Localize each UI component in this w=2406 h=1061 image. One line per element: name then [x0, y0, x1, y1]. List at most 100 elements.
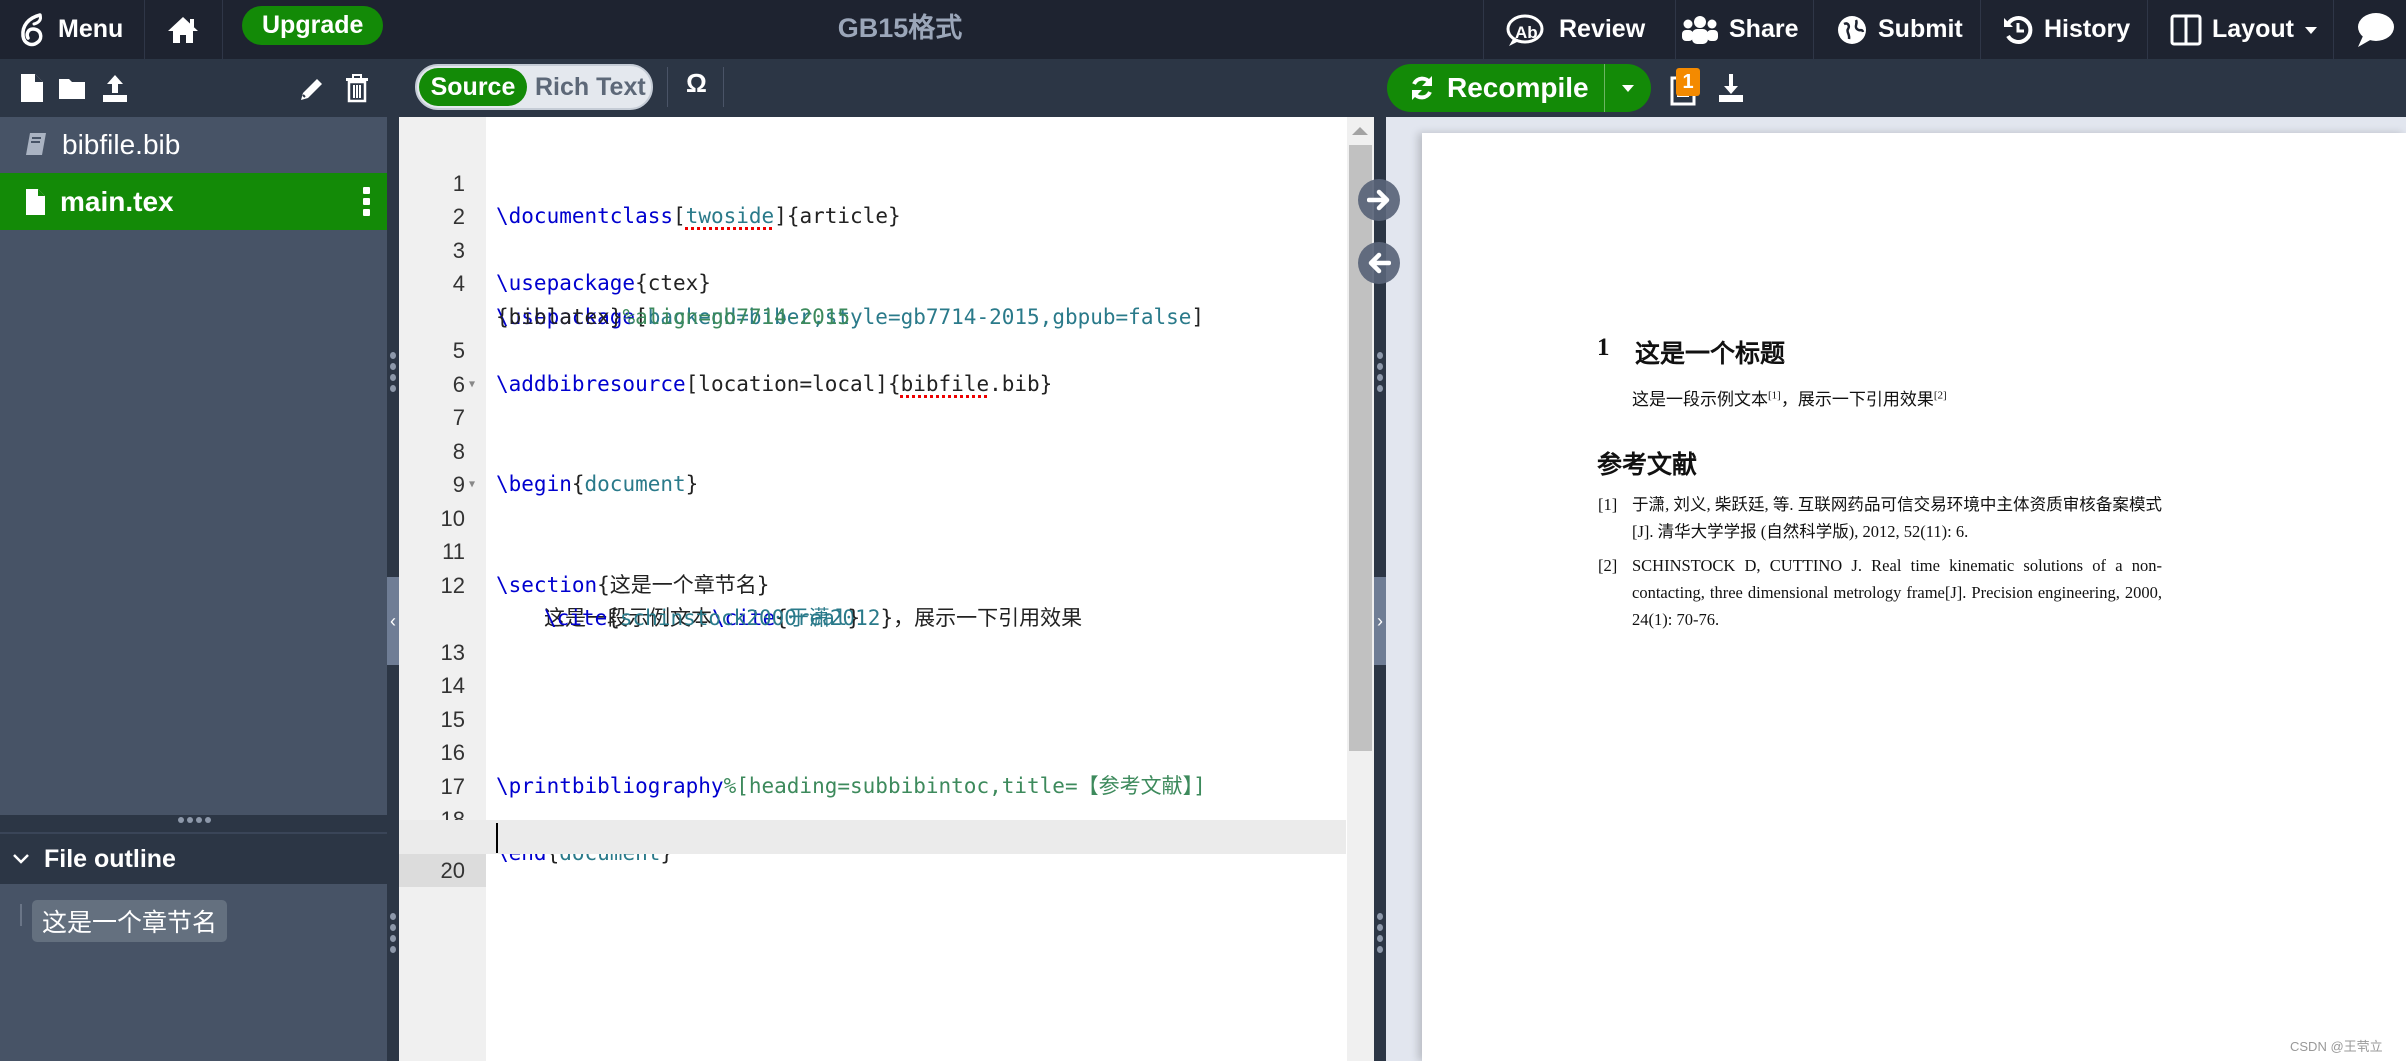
code-line[interactable]: 5 \addbibresource[location=local]{bibfil…: [399, 301, 1346, 396]
home-icon: [168, 16, 198, 43]
layout-icon: [2170, 14, 2202, 45]
code-line-current[interactable]: 20: [399, 820, 1346, 887]
recompile-label: Recompile: [1447, 72, 1589, 103]
submit-button[interactable]: Submit: [1836, 0, 1963, 59]
code-line[interactable]: 10 ▼ \section{这是一个章节名}: [399, 468, 1346, 597]
history-button[interactable]: History: [2002, 0, 2130, 59]
code-line[interactable]: 9: [399, 435, 1346, 497]
refresh-icon: [1412, 76, 1432, 100]
file-tree-item-active[interactable]: main.tex: [0, 173, 387, 230]
splitter-handle-icon[interactable]: [1377, 352, 1383, 392]
arrow-right-icon: [1367, 189, 1390, 211]
file-outline-header[interactable]: File outline: [0, 832, 387, 884]
text-cursor: [496, 823, 498, 853]
code-editor[interactable]: 1 \documentclass[twoside]{article} 2 3 \…: [399, 117, 1374, 1061]
file-tree-item[interactable]: bibfile.bib: [0, 116, 387, 173]
upload-icon[interactable]: [100, 73, 130, 103]
pdf-text: 这是一段示例文本: [1632, 390, 1768, 409]
review-label: Review: [1559, 15, 1646, 43]
chevron-right-icon: ›: [1377, 610, 1383, 631]
collapse-sidebar-button[interactable]: ‹: [387, 577, 399, 665]
code-line[interactable]: 17: [399, 736, 1346, 799]
layout-label: Layout: [2212, 15, 2294, 43]
code-line[interactable]: 16 \printbibliography%[heading=subbibint…: [399, 703, 1346, 798]
pdf-paragraph: 这是一段示例文本[1]，展示一下引用效果[2]: [1632, 385, 1947, 410]
file-menu-kebab-icon[interactable]: [363, 187, 371, 216]
pdf-section-number: 1: [1597, 334, 1610, 361]
fold-arrow-icon[interactable]: ▼: [469, 468, 475, 502]
review-button[interactable]: Ab Review: [1505, 0, 1645, 59]
book-icon: [26, 132, 46, 155]
globe-icon: [1838, 15, 1866, 44]
code-line[interactable]: 1 \documentclass[twoside]{article}: [399, 133, 1346, 229]
chevron-left-icon: ‹: [390, 610, 396, 631]
pdf-reference-text: 于潇, 刘义, 柴跃廷, 等. 互联网药品可信交易环境中主体资质审核备案模式[J…: [1632, 495, 2162, 541]
pdf-citation[interactable]: [1]: [1768, 389, 1781, 401]
resize-handle-icon[interactable]: [178, 817, 211, 823]
code-line[interactable]: 7 ▼ \begin{document}: [399, 368, 1346, 497]
code-line[interactable]: 15: [399, 669, 1346, 732]
line-number: 20: [399, 853, 486, 887]
pdf-reference-text: SCHINSTOCK D, CUTTINO J. Real time kinem…: [1632, 556, 2162, 629]
menu-label: Menu: [58, 15, 124, 43]
scroll-up-arrow-icon[interactable]: [1352, 127, 1368, 135]
pdf-reference-label: [2]: [1598, 556, 1618, 575]
review-icon: Ab: [1506, 14, 1544, 46]
fold-arrow-icon[interactable]: ▼: [469, 368, 475, 402]
collapse-pdf-button[interactable]: ›: [1374, 577, 1386, 665]
new-folder-icon[interactable]: [57, 73, 87, 103]
pdf-reference-label: [1]: [1598, 495, 1618, 514]
code-line[interactable]: 3 \usepackage{ctex}: [399, 200, 1346, 296]
rename-pencil-icon[interactable]: [297, 73, 327, 103]
code-line-wrapped[interactable]: {biblatex}%align=gb7714-2015: [399, 267, 1346, 329]
project-title[interactable]: GB15格式: [780, 0, 1020, 50]
download-pdf-icon[interactable]: [1716, 72, 1746, 104]
delete-trash-icon[interactable]: [342, 73, 372, 103]
recompile-options-dropdown[interactable]: [1605, 64, 1651, 112]
rich-text-mode-button[interactable]: Rich Text: [535, 68, 646, 106]
arrow-left-icon: [1368, 252, 1391, 274]
code-line[interactable]: 12 这是一段示例文本\cite{于潇2012}，展示一下引用效果: [399, 535, 1346, 631]
chat-bubble-icon: [2358, 12, 2394, 47]
code-line[interactable]: 2: [399, 167, 1346, 229]
layout-button[interactable]: Layout: [2170, 0, 2318, 59]
file-outline-title: File outline: [44, 844, 176, 873]
editor-scrollbar-thumb[interactable]: [1349, 145, 1372, 751]
watermark: CSDN @王茕立: [2290, 1039, 2383, 1054]
sync-to-pdf-button[interactable]: [1358, 179, 1400, 221]
pdf-citation[interactable]: [2]: [1934, 389, 1947, 401]
share-label: Share: [1729, 15, 1799, 43]
recompile-button[interactable]: Recompile: [1387, 64, 1651, 112]
splitter-handle-icon[interactable]: [390, 913, 396, 953]
menu-button[interactable]: Menu: [18, 0, 123, 59]
upgrade-button[interactable]: Upgrade: [242, 6, 384, 45]
new-file-icon[interactable]: [17, 73, 47, 103]
code-line[interactable]: 18 \end{document}: [399, 770, 1346, 865]
home-button[interactable]: [166, 0, 200, 59]
pdf-reference-item: [1] 于潇, 刘义, 柴跃廷, 等. 互联网药品可信交易环境中主体资质审核备案…: [1598, 491, 2164, 547]
code-line[interactable]: 13: [399, 602, 1346, 665]
splitter-handle-icon[interactable]: [390, 352, 396, 392]
file-name: main.tex: [60, 185, 174, 217]
code-line[interactable]: 6: [399, 334, 1346, 397]
pdf-text: ，展示一下引用效果: [1780, 390, 1934, 409]
chat-button[interactable]: [2355, 0, 2395, 59]
code-line[interactable]: 4 \usepackage[backend=biber,style=gb7714…: [399, 234, 1346, 329]
symbol-palette-button[interactable]: Ω: [686, 68, 707, 99]
outline-item[interactable]: 这是一个章节名: [32, 900, 228, 942]
source-mode-button[interactable]: Source: [419, 68, 527, 106]
editor-mode-toggle[interactable]: Source Rich Text: [415, 64, 653, 110]
share-button[interactable]: Share: [1681, 0, 1798, 59]
code-line[interactable]: 8: [399, 401, 1346, 464]
sync-to-code-button[interactable]: [1358, 242, 1400, 284]
code-line[interactable]: 14: [399, 636, 1346, 698]
pdf-section-title: 这是一个标题: [1635, 341, 1786, 368]
file-name: bibfile.bib: [62, 128, 181, 160]
outline-rail: [20, 904, 22, 926]
chevron-down-icon: [13, 854, 29, 864]
splitter-handle-icon[interactable]: [1377, 913, 1383, 953]
code-line[interactable]: 11: [399, 502, 1346, 564]
caret-down-icon: [2304, 26, 2317, 34]
submit-label: Submit: [1878, 15, 1963, 43]
code-line-wrapped[interactable]: \cite{schinstock2000real}: [399, 569, 1346, 630]
